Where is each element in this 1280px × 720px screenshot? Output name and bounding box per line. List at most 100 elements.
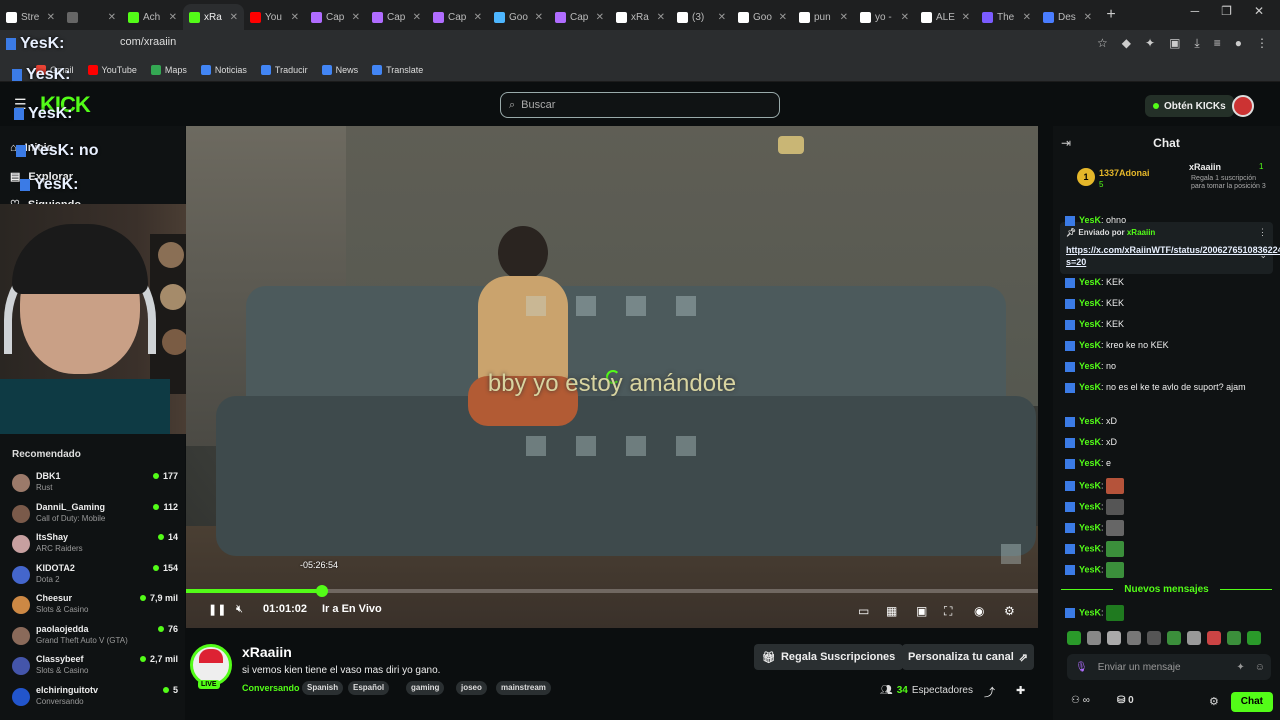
chat-message[interactable]: YesK: kreo ke no KEK [1065, 339, 1275, 352]
emote-icon[interactable] [1207, 631, 1221, 645]
tab-close-icon[interactable]: ✕ [657, 12, 665, 23]
chat-message[interactable]: YesK: xD [1065, 436, 1275, 449]
emote-icon[interactable] [1167, 631, 1181, 645]
browser-tab[interactable]: Des ✕ [1037, 4, 1098, 30]
recommended-channel[interactable]: DanniL_Gaming Call of Duty: Mobile 112 [12, 502, 180, 530]
chat-message[interactable]: YesK: [1065, 478, 1275, 494]
bookmark-item[interactable]: News [321, 64, 358, 75]
emote-icon[interactable] [1247, 631, 1261, 645]
browser-tab[interactable]: Cap ✕ [366, 4, 427, 30]
recommended-channel[interactable]: KIDOTA2 Dota 2 154 [12, 563, 180, 591]
pinned-by-user[interactable]: xRaaiin [1127, 228, 1155, 237]
tab-close-icon[interactable]: ✕ [169, 12, 177, 23]
tab-close-icon[interactable]: ✕ [352, 12, 360, 23]
media-icon[interactable]: ≡ [1214, 36, 1221, 51]
chat-username[interactable]: YesK [1079, 501, 1101, 511]
chat-message[interactable]: YesK: [1065, 605, 1275, 621]
chat-username[interactable]: YesK [1079, 437, 1101, 447]
chat-username[interactable]: YesK [1079, 361, 1101, 371]
stream-tag[interactable]: Español [348, 681, 390, 695]
leaderboard-second-name[interactable]: xRaaiin [1189, 162, 1221, 172]
leaderboard-first-name[interactable]: 1337Adonai [1099, 168, 1150, 178]
chat-message[interactable]: YesK: KEK [1065, 276, 1275, 289]
pinned-link[interactable]: https://x.com/xRaiinWTF/status/200627651… [1066, 244, 1280, 268]
seek-bar[interactable] [186, 585, 1038, 597]
emote-icon[interactable] [1227, 631, 1241, 645]
share-icon[interactable]: ⤴ [984, 684, 995, 700]
kick-emote-icon[interactable]: ✦ [1236, 662, 1244, 673]
browser-tab[interactable]: Cap ✕ [305, 4, 366, 30]
tab-close-icon[interactable]: ✕ [108, 12, 116, 23]
browser-tab[interactable]: Goo ✕ [732, 4, 793, 30]
bookmark-star-icon[interactable]: ☆ [1097, 36, 1108, 51]
new-tab-icon[interactable]: + [1098, 6, 1124, 24]
pin-menu-icon[interactable]: ⋮ [1258, 227, 1267, 238]
chat-message[interactable]: YesK: [1065, 562, 1275, 578]
chat-username[interactable]: YesK [1079, 298, 1101, 308]
chat-message[interactable]: YesK: [1065, 499, 1275, 515]
chat-settings-icon[interactable]: ⚙ [1209, 695, 1219, 708]
clip-icon[interactable]: ▦ [886, 604, 897, 618]
chat-username[interactable]: YesK [1079, 416, 1101, 426]
tab-close-icon[interactable]: ✕ [535, 12, 543, 23]
tab-close-icon[interactable]: ✕ [962, 12, 970, 23]
profile-icon[interactable]: ● [1235, 36, 1242, 51]
user-avatar[interactable] [1232, 95, 1254, 117]
extension-icon[interactable]: ◆ [1122, 36, 1131, 51]
tab-close-icon[interactable]: ✕ [901, 12, 909, 23]
tab-close-icon[interactable]: ✕ [1023, 12, 1031, 23]
chat-message[interactable]: YesK: no es el ke te avlo de suport? aja… [1065, 381, 1275, 394]
browser-tab[interactable]: ✕ [61, 4, 122, 30]
bookmark-item[interactable]: Translate [372, 64, 423, 75]
chat-username[interactable]: YesK [1079, 522, 1101, 532]
chat-username[interactable]: YesK [1079, 480, 1101, 490]
menu-icon[interactable]: ⋮ [1256, 36, 1268, 51]
quality-icon[interactable]: ◉ [974, 604, 984, 618]
tab-close-icon[interactable]: ✕ [413, 12, 421, 23]
stream-tag[interactable]: gaming [406, 681, 445, 695]
chat-username[interactable]: YesK [1079, 215, 1101, 225]
emote-icon[interactable] [1127, 631, 1141, 645]
emote-icon[interactable] [1107, 631, 1121, 645]
browser-tab[interactable]: Ach ✕ [122, 4, 183, 30]
chat-message[interactable]: YesK: KEK [1065, 318, 1275, 331]
chat-username[interactable]: YesK [1079, 382, 1101, 392]
tab-close-icon[interactable]: ✕ [474, 12, 482, 23]
chat-input[interactable]: 🎙︎ Enviar un mensaje ✦ ☺ [1067, 654, 1271, 680]
pause-icon[interactable]: ❚❚ [208, 603, 226, 616]
browser-tab[interactable]: xRa ✕ [610, 4, 671, 30]
get-kicks-button[interactable]: Obtén KICKs [1145, 95, 1234, 117]
browser-tab[interactable]: yo - ✕ [854, 4, 915, 30]
emoji-icon[interactable]: ☺ [1255, 662, 1271, 673]
customize-channel-button[interactable]: Personaliza tu canal ⇗ [902, 644, 1034, 670]
browser-tab[interactable]: pun ✕ [793, 4, 854, 30]
bookmark-item[interactable]: Noticias [200, 64, 247, 75]
expand-pin-icon[interactable]: ⌄ [1259, 250, 1267, 261]
browser-tab[interactable]: xRa ✕ [183, 4, 244, 30]
tab-close-icon[interactable]: ✕ [840, 12, 848, 23]
chat-message[interactable]: YesK: KEK [1065, 297, 1275, 310]
recommended-channel[interactable]: Classybeef Slots & Casino 2,7 mil [12, 654, 180, 682]
video-player[interactable]: bby yo estoy amándote [186, 126, 1038, 628]
send-chat-button[interactable]: Chat [1230, 692, 1273, 712]
browser-tab[interactable]: (3) ✕ [671, 4, 732, 30]
chat-username[interactable]: YesK [1079, 564, 1101, 574]
chat-message[interactable]: YesK: e [1065, 457, 1275, 470]
stream-tag[interactable]: mainstream [496, 681, 551, 695]
chat-username[interactable]: YesK [1079, 607, 1101, 617]
maximize-icon[interactable]: ❐ [1221, 4, 1232, 18]
tab-close-icon[interactable]: ✕ [230, 12, 238, 23]
browser-tab[interactable]: ALE ✕ [915, 4, 976, 30]
browser-tab[interactable]: Goo ✕ [488, 4, 549, 30]
chat-username[interactable]: YesK [1079, 543, 1101, 553]
stream-tag[interactable]: Spanish [302, 681, 344, 695]
bookmark-item[interactable]: Maps [150, 64, 187, 75]
recommended-channel[interactable]: DBK1 Rust 177 [12, 471, 180, 499]
tab-close-icon[interactable]: ✕ [1084, 12, 1092, 23]
browser-tab[interactable]: Stre ✕ [0, 4, 61, 30]
chat-message[interactable]: YesK: [1065, 541, 1275, 557]
emote-icon[interactable] [1067, 631, 1081, 645]
fullscreen-icon[interactable]: ⛶ [944, 604, 952, 619]
recommended-channel[interactable]: paolaojedda Grand Theft Auto V (GTA) 76 [12, 624, 180, 652]
chat-username[interactable]: YesK [1079, 319, 1101, 329]
